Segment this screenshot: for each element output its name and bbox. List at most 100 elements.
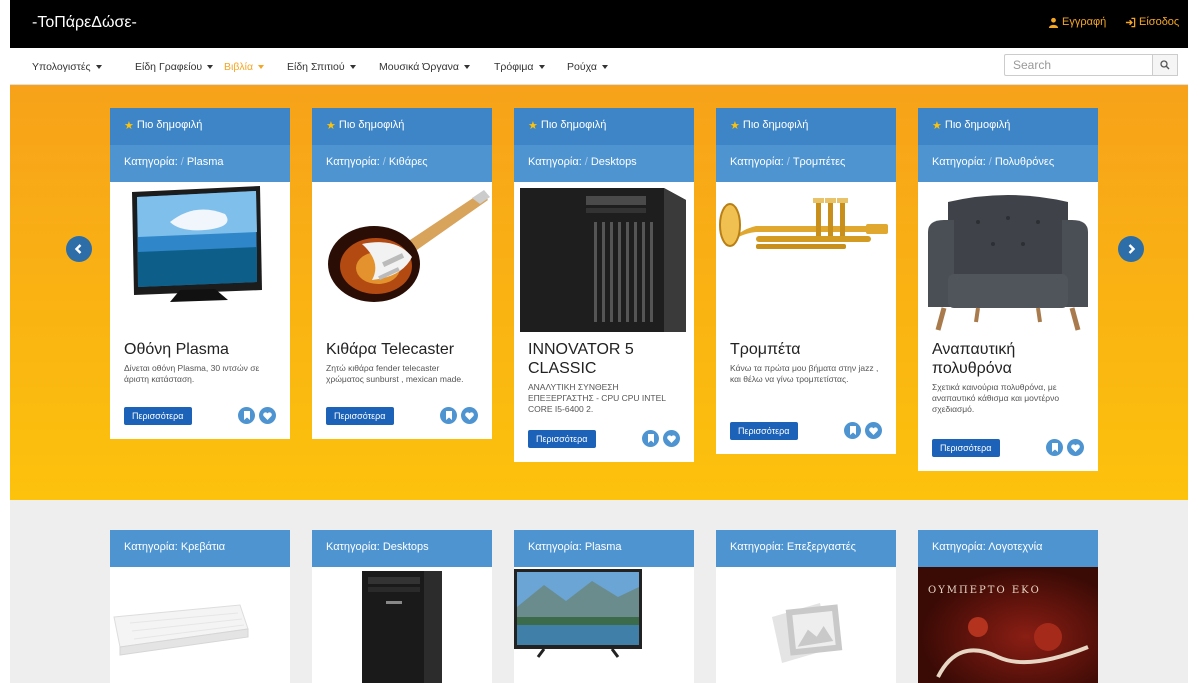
sign-in-icon: [1125, 17, 1136, 27]
featured-card[interactable]: ★ Πιο δημοφιλή Κατηγορία: / Πολυθρόνες Ανα…: [918, 108, 1098, 471]
product-title[interactable]: Τρομπέτα: [716, 340, 896, 359]
caret-down-icon: [464, 65, 470, 70]
product-image[interactable]: [110, 567, 290, 683]
star-icon: ★: [730, 120, 740, 132]
nav-item-instruments[interactable]: Μουσικά Όργανα: [379, 61, 470, 73]
bookmark-button[interactable]: [1046, 439, 1063, 456]
product-image[interactable]: [918, 182, 1098, 332]
product-image[interactable]: [716, 182, 896, 332]
product-image[interactable]: [514, 567, 694, 683]
favorite-button[interactable]: [461, 407, 478, 424]
heart-icon: [263, 411, 272, 420]
carousel-prev-button[interactable]: [66, 236, 92, 262]
product-title[interactable]: INNOVATOR 5 CLASSIC: [514, 340, 694, 378]
product-title[interactable]: Αναπαυτική πολυθρόνα: [918, 340, 1098, 378]
bookmark-icon: [849, 426, 856, 435]
chevron-left-icon: [74, 244, 82, 254]
card-popular-header: ★ Πιο δημοφιλή: [312, 108, 492, 145]
recent-card[interactable]: Κατηγορία: Επεξεργαστές: [716, 530, 896, 683]
recent-card[interactable]: Κατηγορία: Λογοτεχνία ΟΥΜΠΕΡΤΟ ΕΚΟ: [918, 530, 1098, 683]
bookmark-icon: [1051, 443, 1058, 452]
product-image[interactable]: [312, 182, 492, 332]
recent-card-header: Κατηγορία: Επεξεργαστές: [716, 530, 896, 567]
star-icon: ★: [932, 120, 942, 132]
carousel-next-button[interactable]: [1118, 236, 1144, 262]
product-title[interactable]: Οθόνη Plasma: [110, 340, 290, 359]
bookmark-button[interactable]: [844, 422, 861, 439]
bookmark-icon: [647, 434, 654, 443]
book-cover-image[interactable]: ΟΥΜΠΕΡΤΟ ΕΚΟ: [918, 567, 1098, 683]
nav-item-books[interactable]: Βιβλία: [224, 61, 265, 73]
bookmark-icon: [445, 411, 452, 420]
product-description: Κάνω τα πρώτα μου βήματα στην jazz , και…: [730, 363, 879, 384]
more-button[interactable]: Περισσότερα: [124, 407, 192, 425]
caret-down-icon: [538, 65, 545, 70]
register-label: Εγγραφή: [1062, 16, 1107, 28]
product-image[interactable]: [312, 567, 492, 683]
card-popular-header: ★ Πιο δημοφιλή: [514, 108, 694, 145]
register-link[interactable]: Εγγραφή: [1048, 16, 1106, 28]
card-category-header: Κατηγορία: / Πολυθρόνες: [918, 145, 1098, 182]
nav-item-clothes[interactable]: Ρούχα: [567, 61, 608, 73]
user-icon: [1048, 17, 1059, 28]
heart-icon: [1071, 443, 1080, 452]
heart-icon: [465, 411, 474, 420]
bookmark-icon: [243, 411, 250, 420]
brand-logo[interactable]: -ΤοΠάρεΔώσε-: [32, 14, 137, 32]
nav-item-food[interactable]: Τρόφιμα: [494, 61, 545, 73]
product-description: Σχετικά καινούρια πολυθρόνα, με αναπαυτι…: [932, 382, 1060, 414]
bookmark-button[interactable]: [440, 407, 457, 424]
caret-down-icon: [207, 65, 214, 70]
top-bar: -ΤοΠάρεΔώσε- Εγγραφή Είσοδος: [10, 0, 1188, 48]
favorite-button[interactable]: [663, 430, 680, 447]
product-image[interactable]: [514, 182, 694, 332]
product-description: Ζητώ κιθάρα fender telecaster χρώματος s…: [326, 363, 464, 384]
featured-card[interactable]: ★ Πιο δημοφιλή Κατηγορία: / Plasma Οθόνη P…: [110, 108, 290, 439]
featured-card[interactable]: ★ Πιο δημοφιλή Κατηγορία: / Desktops INNOV…: [514, 108, 694, 462]
favorite-button[interactable]: [259, 407, 276, 424]
star-icon: ★: [528, 120, 538, 132]
more-button[interactable]: Περισσότερα: [528, 430, 596, 448]
star-icon: ★: [124, 120, 134, 132]
heart-icon: [667, 434, 676, 443]
card-category-header: Κατηγορία: / Desktops: [514, 145, 694, 182]
recent-card-header: Κατηγορία: Κρεβάτια: [110, 530, 290, 567]
product-image[interactable]: [110, 182, 290, 332]
recent-card[interactable]: Κατηγορία: Κρεβάτια: [110, 530, 290, 683]
nav-item-computers[interactable]: Υπολογιστές: [32, 61, 102, 73]
nav-item-office[interactable]: Είδη Γραφείου: [135, 61, 214, 73]
caret-down-icon: [95, 65, 102, 70]
more-button[interactable]: Περισσότερα: [932, 439, 1000, 457]
caret-down-icon: [258, 65, 265, 70]
bookmark-button[interactable]: [642, 430, 659, 447]
card-popular-header: ★ Πιο δημοφιλή: [110, 108, 290, 145]
favorite-button[interactable]: [865, 422, 882, 439]
card-category-header: Κατηγορία: / Plasma: [110, 145, 290, 182]
category-navbar: Υπολογιστές Είδη Γραφείου Βιβλία Είδη Σπ…: [10, 48, 1188, 85]
search-input[interactable]: [1004, 54, 1153, 76]
featured-card[interactable]: ★ Πιο δημοφιλή Κατηγορία: / Τρομπέτες Τρομ…: [716, 108, 896, 454]
recent-card-header: Κατηγορία: Desktops: [312, 530, 492, 567]
recent-card[interactable]: Κατηγορία: Plasma: [514, 530, 694, 683]
more-button[interactable]: Περισσότερα: [730, 422, 798, 440]
favorite-button[interactable]: [1067, 439, 1084, 456]
search-button[interactable]: [1153, 54, 1178, 76]
bookmark-button[interactable]: [238, 407, 255, 424]
image-placeholder-icon[interactable]: [716, 567, 896, 683]
chevron-right-icon: [1128, 244, 1136, 254]
login-link[interactable]: Είσοδος: [1125, 16, 1179, 28]
product-description: Δίνεται οθόνη Plasma, 30 ιντσών σε άριστ…: [124, 363, 260, 384]
card-category-header: Κατηγορία: / Κιθάρες: [312, 145, 492, 182]
nav-item-home[interactable]: Είδη Σπιτιού: [287, 61, 356, 73]
more-button[interactable]: Περισσότερα: [326, 407, 394, 425]
recent-card-header: Κατηγορία: Plasma: [514, 530, 694, 567]
book-cover-art: [936, 617, 1089, 678]
recent-card-header: Κατηγορία: Λογοτεχνία: [918, 530, 1098, 567]
recent-card[interactable]: Κατηγορία: Desktops: [312, 530, 492, 683]
caret-down-icon: [601, 65, 608, 70]
heart-icon: [869, 426, 878, 435]
card-category-header: Κατηγορία: / Τρομπέτες: [716, 145, 896, 182]
product-title[interactable]: Κιθάρα Telecaster: [312, 340, 492, 359]
card-popular-header: ★ Πιο δημοφιλή: [716, 108, 896, 145]
featured-card[interactable]: ★ Πιο δημοφιλή Κατηγορία: / Κιθάρες Κιθάρα…: [312, 108, 492, 439]
